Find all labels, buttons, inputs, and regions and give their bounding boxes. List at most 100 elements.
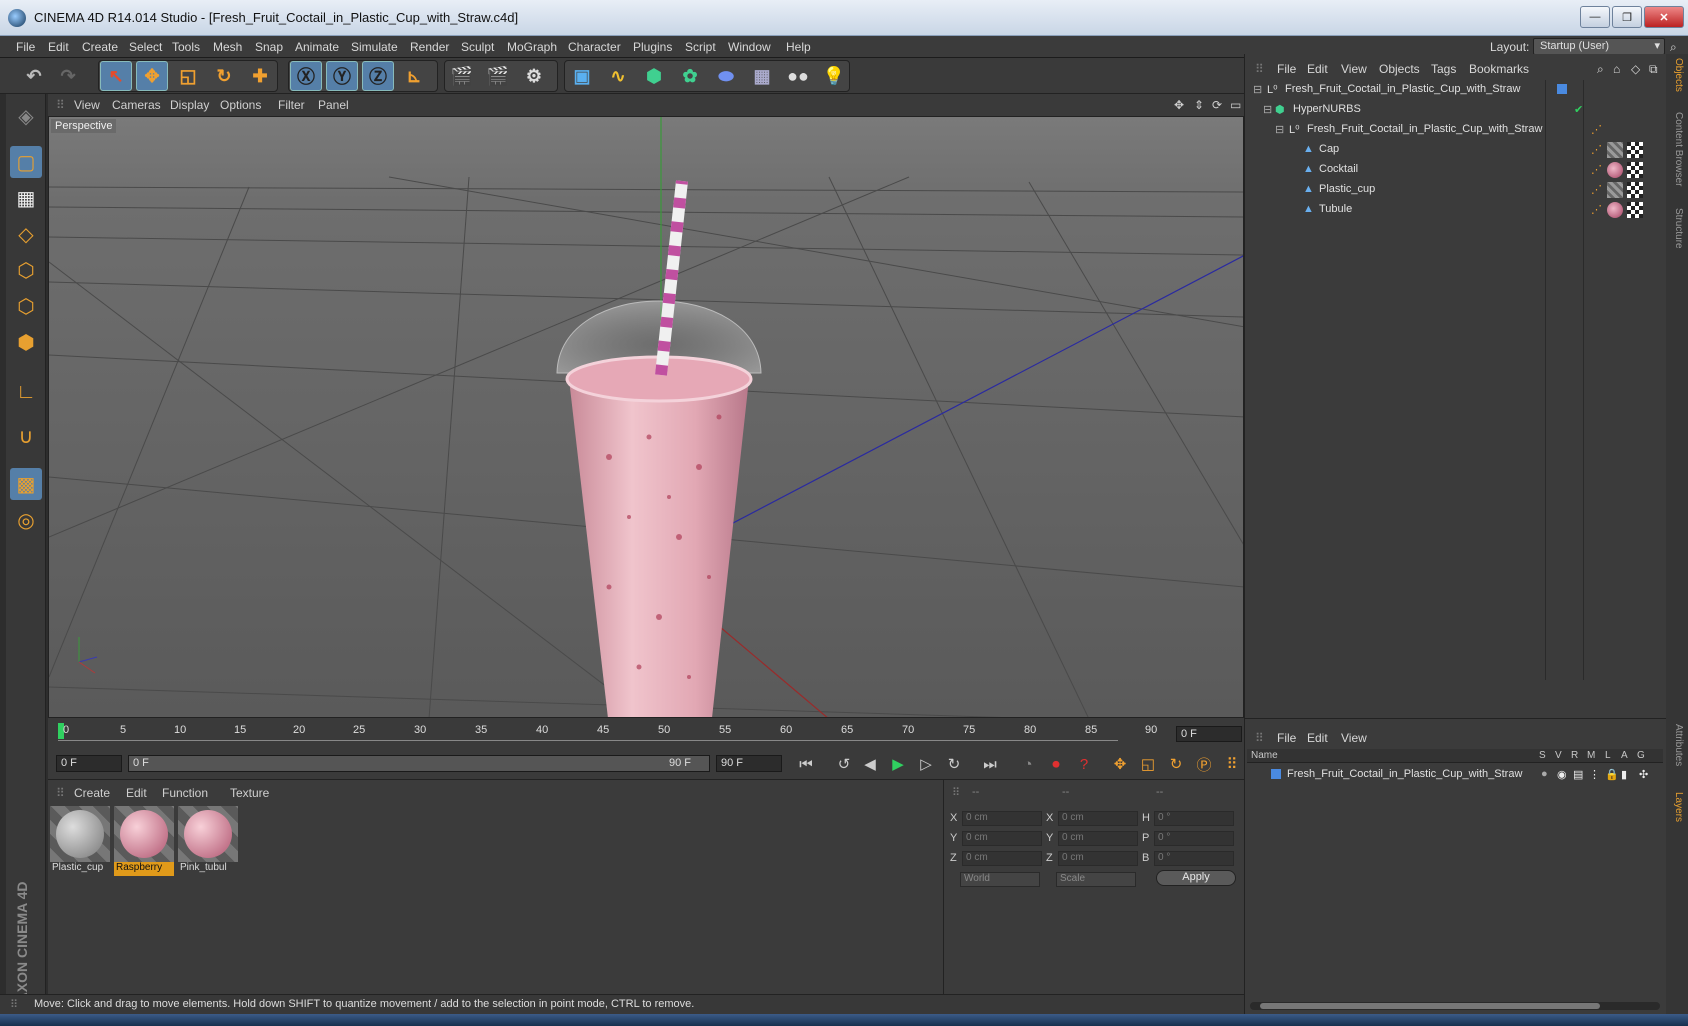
cube-primitive-icon[interactable]: ▣	[566, 61, 598, 91]
material-tag-icon[interactable]	[1607, 182, 1623, 198]
model-mode-icon[interactable]: ▢	[10, 146, 42, 178]
coordinate-system-icon[interactable]: ⊾	[398, 61, 430, 91]
layout-select[interactable]: Startup (User)	[1533, 38, 1665, 55]
menu-help[interactable]: Help	[786, 40, 811, 54]
render-settings-icon[interactable]: ⚙	[518, 61, 550, 91]
material-tag-icon[interactable]	[1607, 202, 1623, 218]
spline-pen-icon[interactable]: ∿	[602, 61, 634, 91]
layers-menu-view[interactable]: View	[1341, 731, 1367, 745]
coordinate-mode-select[interactable]: World	[960, 872, 1040, 887]
object-row[interactable]: ▲ Cap ⋰	[1249, 140, 1663, 160]
make-editable-icon[interactable]: ◈	[10, 100, 42, 132]
material-swatch[interactable]: Raspberry	[114, 806, 174, 878]
search-icon[interactable]: ⌕	[1670, 40, 1677, 55]
3d-viewport[interactable]: Perspective	[48, 116, 1244, 718]
layer-flag-locked[interactable]: L	[1605, 750, 1611, 761]
rotation-b-field[interactable]: 0 °	[1154, 851, 1234, 866]
layer-animation-icon[interactable]: ▮	[1621, 768, 1627, 781]
uvw-tag-icon[interactable]	[1627, 142, 1643, 158]
layer-flag-generators[interactable]: G	[1637, 750, 1645, 761]
menu-plugins[interactable]: Plugins	[633, 40, 672, 54]
move-tool-icon[interactable]: ✥	[136, 61, 168, 91]
material-tag-icon[interactable]	[1607, 142, 1623, 158]
size-mode-select[interactable]: Scale	[1056, 872, 1136, 887]
maximize-button[interactable]: ❐	[1612, 6, 1642, 28]
floor-icon[interactable]: ▦	[746, 61, 778, 91]
layer-horizontal-scrollbar[interactable]	[1250, 1002, 1660, 1010]
object-row[interactable]: ⊟ ⬢ HyperNURBS ✔	[1249, 100, 1663, 120]
uvw-tag-icon[interactable]	[1627, 162, 1643, 178]
minimize-button[interactable]: —	[1580, 6, 1610, 28]
menu-tools[interactable]: Tools	[172, 40, 200, 54]
position-y-field[interactable]: 0 cm	[962, 831, 1042, 846]
layer-visible-icon[interactable]: ◉	[1557, 768, 1567, 781]
phong-tag-icon[interactable]: ⋰	[1591, 143, 1602, 156]
objects-home-icon[interactable]: ⌂	[1613, 62, 1620, 76]
points-mode-icon[interactable]: ⬡	[10, 254, 42, 286]
phong-tag-icon[interactable]: ⋰	[1591, 183, 1602, 196]
menu-file[interactable]: File	[16, 40, 35, 54]
layer-flag-manager[interactable]: M	[1587, 750, 1595, 761]
position-z-field[interactable]: 0 cm	[962, 851, 1042, 866]
start-frame-field[interactable]: 0 F	[56, 755, 122, 772]
redo-icon[interactable]: ↷	[52, 61, 84, 91]
viewport-menu-display[interactable]: Display	[170, 98, 209, 112]
objects-back-icon[interactable]: ◇	[1631, 62, 1640, 76]
viewport-menu-filter[interactable]: Filter	[278, 98, 305, 112]
planar-workplane-icon[interactable]: ◎	[10, 504, 42, 536]
objects-search-icon[interactable]: ⌕	[1597, 62, 1604, 77]
tab-objects[interactable]: Objects	[1673, 58, 1684, 92]
objects-menu-bookmarks[interactable]: Bookmarks	[1469, 62, 1529, 76]
viewport-maximize-icon[interactable]: ▭	[1230, 98, 1241, 112]
layer-flag-render[interactable]: R	[1571, 750, 1578, 761]
render-view-icon[interactable]: 🎬	[446, 61, 478, 91]
menu-window[interactable]: Window	[728, 40, 771, 54]
phong-tag-icon[interactable]: ⋰	[1591, 163, 1602, 176]
objects-menu-edit[interactable]: Edit	[1307, 62, 1328, 76]
z-axis-lock-icon[interactable]: Ⓩ	[362, 61, 394, 91]
menu-create[interactable]: Create	[82, 40, 118, 54]
light-icon[interactable]: 💡	[818, 61, 850, 91]
layer-flag-animation[interactable]: A	[1621, 750, 1628, 761]
layers-menu-edit[interactable]: Edit	[1307, 731, 1328, 745]
key-scale-icon[interactable]: ◱	[1136, 752, 1160, 776]
material-menu-edit[interactable]: Edit	[126, 786, 147, 800]
menu-select[interactable]: Select	[129, 40, 162, 54]
key-parameter-icon[interactable]: Ⓟ	[1192, 752, 1216, 776]
objects-new-window-icon[interactable]: ⧉	[1649, 62, 1658, 77]
layer-solo-icon[interactable]: ●	[1541, 768, 1548, 780]
uvw-tag-icon[interactable]	[1627, 182, 1643, 198]
next-key-icon[interactable]: ↻	[942, 752, 966, 776]
viewport-rotate-icon[interactable]: ⟳	[1212, 98, 1222, 112]
layers-menu-file[interactable]: File	[1277, 731, 1296, 745]
layer-generators-icon[interactable]: ✣	[1639, 768, 1648, 781]
tab-structure[interactable]: Structure	[1673, 208, 1684, 249]
live-selection-icon[interactable]: ↖	[100, 61, 132, 91]
material-menu-function[interactable]: Function	[162, 786, 208, 800]
rotation-p-field[interactable]: 0 °	[1154, 831, 1234, 846]
layer-flag-visible[interactable]: V	[1555, 750, 1562, 761]
workplane-lock-icon[interactable]: ▩	[10, 468, 42, 500]
layer-lock-icon[interactable]: 🔒	[1605, 768, 1619, 781]
layer-flag-solo[interactable]: S	[1539, 750, 1546, 761]
tab-layers[interactable]: Layers	[1673, 792, 1684, 822]
next-frame-icon[interactable]: ▷	[914, 752, 938, 776]
material-tag-icon[interactable]	[1607, 162, 1623, 178]
tree-toggle-icon[interactable]: ⊟	[1263, 103, 1272, 116]
texture-mode-icon[interactable]: ▦	[10, 182, 42, 214]
enabled-check-icon[interactable]: ✔	[1574, 103, 1583, 116]
menu-character[interactable]: Character	[568, 40, 621, 54]
play-icon[interactable]: ▶	[886, 752, 910, 776]
objects-menu-objects[interactable]: Objects	[1379, 62, 1420, 76]
undo-icon[interactable]: ↶	[18, 61, 50, 91]
size-y-field[interactable]: 0 cm	[1058, 831, 1138, 846]
add-tool-icon[interactable]: ✚	[244, 61, 276, 91]
material-swatch[interactable]: Pink_tubul	[178, 806, 238, 878]
menu-edit[interactable]: Edit	[48, 40, 69, 54]
autokey-icon[interactable]: ⏺	[1044, 752, 1068, 776]
uvw-tag-icon[interactable]	[1627, 202, 1643, 218]
current-frame-field[interactable]: 0 F	[1176, 726, 1242, 742]
timeline-ruler[interactable]: 0 5 10 15 20 25 30 35 40 45 50 55 60 65 …	[48, 718, 1244, 748]
viewport-menu-panel[interactable]: Panel	[318, 98, 349, 112]
tab-content-browser[interactable]: Content Browser	[1673, 112, 1684, 186]
